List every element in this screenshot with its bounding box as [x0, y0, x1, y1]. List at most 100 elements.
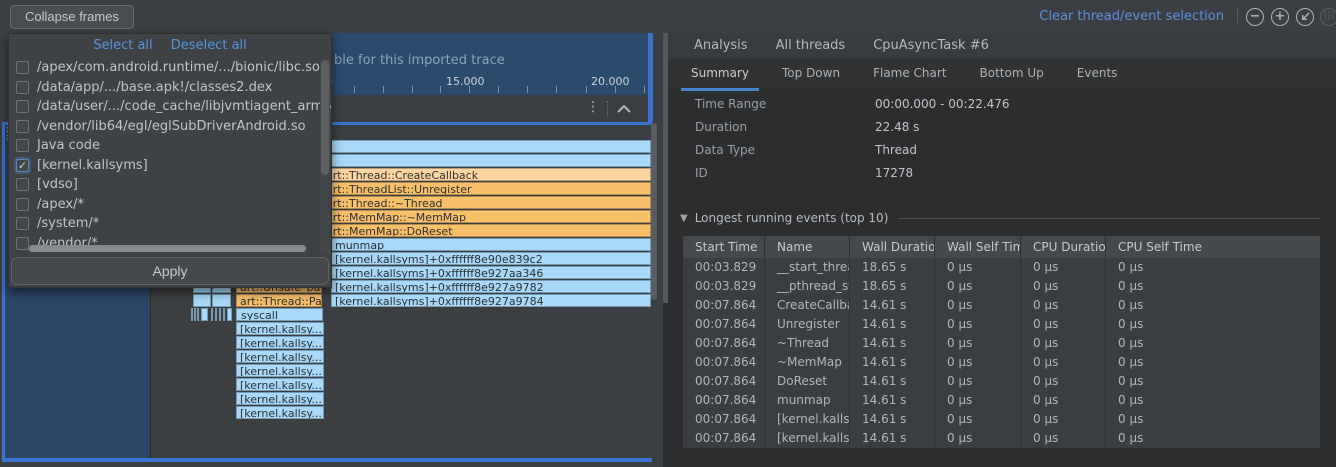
flame-chart-scrollbar[interactable]: [651, 123, 657, 300]
frame-filter-item[interactable]: ✓[kernel.kallsyms]: [9, 156, 331, 176]
frame-filter-item[interactable]: /vendor/lib64/egl/eglSubDriverAndroid.so: [9, 117, 331, 137]
collapse-track-icon[interactable]: [616, 103, 632, 118]
frame-filter-label: /data/app/.../base.apk!/classes2.dex: [37, 78, 272, 98]
frame-filter-item[interactable]: /system/*: [9, 214, 331, 234]
call-chart-bar[interactable]: [kernel.kallsyms]+0xffffff8e90e839c2: [331, 252, 651, 265]
table-cell: 14.61 s: [850, 391, 935, 410]
collapse-triangle-icon[interactable]: ▼: [680, 213, 688, 224]
table-row[interactable]: 00:07.864munmap14.61 s0 µs0 µs0 µs: [683, 391, 1320, 410]
table-row[interactable]: 00:07.864CreateCallback14.61 s0 µs0 µs0 …: [683, 296, 1320, 315]
dropdown-vertical-scrollbar[interactable]: [320, 59, 330, 254]
table-row[interactable]: 00:07.864~MemMap14.61 s0 µs0 µs0 µs: [683, 353, 1320, 372]
call-chart-bar[interactable]: [kernel.kallsy...: [236, 364, 324, 377]
table-cell: 0 µs: [935, 410, 1021, 429]
clear-selection-link[interactable]: Clear thread/event selection: [1039, 9, 1224, 24]
table-row[interactable]: 00:03.829__start_thread18.65 s0 µs0 µs0 …: [683, 258, 1320, 277]
tab-all-threads[interactable]: All threads: [774, 38, 848, 62]
call-chart-bar[interactable]: [kernel.kallsy...: [236, 406, 324, 419]
zoom-out-icon[interactable]: −: [1246, 8, 1264, 26]
subtab-flame-chart[interactable]: Flame Chart: [863, 60, 956, 91]
apply-button[interactable]: Apply: [11, 257, 329, 285]
frame-filter-label: /data/user/.../code_cache/libjvmtiagent_…: [37, 97, 331, 117]
table-cell: ~MemMap: [765, 353, 850, 372]
frame-filter-item[interactable]: /data/app/.../base.apk!/classes2.dex: [9, 78, 331, 98]
call-chart-segment[interactable]: [191, 308, 193, 321]
call-chart-segment[interactable]: [193, 294, 211, 307]
checkbox[interactable]: [16, 81, 29, 94]
call-chart-segment[interactable]: [212, 294, 231, 307]
call-chart-bar[interactable]: art::Thread::Park: [236, 294, 322, 307]
table-cell: 00:07.864: [683, 315, 765, 334]
summary-label: ID: [695, 166, 875, 189]
zoom-in-icon[interactable]: +: [1271, 8, 1289, 26]
subtab-summary[interactable]: Summary: [681, 60, 759, 91]
checkbox[interactable]: [16, 217, 29, 230]
select-all-link[interactable]: Select all: [93, 38, 152, 53]
call-chart-bar[interactable]: syscall: [236, 308, 323, 321]
call-chart-segment[interactable]: [219, 308, 221, 321]
ruler-tick: [527, 86, 528, 93]
checkbox[interactable]: [16, 61, 29, 74]
reset-zoom-icon[interactable]: [1296, 8, 1314, 26]
table-row[interactable]: 00:07.864DoReset14.61 s0 µs0 µs0 µs: [683, 372, 1320, 391]
column-header[interactable]: Start Time: [683, 236, 765, 258]
bar-label: art::MemMap::~MemMap: [326, 211, 466, 223]
tab-analysis[interactable]: Analysis: [692, 38, 750, 62]
longest-events-section-header[interactable]: ▼ Longest running events (top 10): [680, 211, 1320, 225]
table-cell: DoReset: [765, 372, 850, 391]
dropdown-horizontal-scrollbar[interactable]: [29, 245, 306, 252]
ruler-tick: [440, 86, 441, 93]
frame-filter-item[interactable]: /data/user/.../code_cache/libjvmtiagent_…: [9, 97, 331, 117]
call-chart-segment[interactable]: [197, 308, 199, 321]
checkbox[interactable]: [16, 198, 29, 211]
subtab-bottom-up[interactable]: Bottom Up: [970, 60, 1054, 91]
tab-cpuasynctask-6[interactable]: CpuAsyncTask #6: [871, 38, 991, 62]
frame-filter-item[interactable]: /apex/*: [9, 195, 331, 215]
collapse-frames-button[interactable]: Collapse frames: [10, 5, 134, 29]
bar-label: [kernel.kallsy...: [240, 351, 322, 363]
table-row[interactable]: 00:03.829__pthread_st...18.65 s0 µs0 µs0…: [683, 277, 1320, 296]
table-cell: 0 µs: [1106, 258, 1320, 277]
track-options-icon[interactable]: ⋮: [586, 99, 600, 115]
frame-filter-item[interactable]: [vdso]: [9, 175, 331, 195]
subtab-top-down[interactable]: Top Down: [772, 60, 850, 91]
column-header[interactable]: Wall Duration: [850, 236, 935, 258]
call-chart-bar[interactable]: [kernel.kallsy...: [236, 378, 324, 391]
call-chart-bar[interactable]: [kernel.kallsy...: [236, 392, 324, 405]
table-cell: 18.65 s: [850, 258, 935, 277]
table-cell: 0 µs: [935, 353, 1021, 372]
subtab-events[interactable]: Events: [1067, 60, 1128, 91]
checkbox[interactable]: [16, 237, 29, 250]
table-row[interactable]: 00:07.864~Thread14.61 s0 µs0 µs0 µs: [683, 334, 1320, 353]
checkbox[interactable]: [16, 139, 29, 152]
call-chart-segment[interactable]: [194, 308, 196, 321]
call-chart-segment[interactable]: [201, 308, 208, 321]
call-chart-segment[interactable]: [227, 308, 232, 321]
call-chart-segment[interactable]: [211, 308, 213, 321]
call-chart-bar[interactable]: [kernel.kallsy...: [236, 350, 324, 363]
deselect-all-link[interactable]: Deselect all: [171, 38, 247, 53]
call-chart-bar[interactable]: [kernel.kallsyms]+0xffffff8e927a9782: [331, 280, 651, 293]
table-cell: 18.65 s: [850, 277, 935, 296]
table-row[interactable]: 00:07.864[kernel.kalls...14.61 s0 µs0 µs…: [683, 410, 1320, 429]
table-cell: 14.61 s: [850, 372, 935, 391]
longest-events-table: Start TimeNameWall DurationWall Self Tim…: [683, 236, 1320, 448]
call-chart-bar[interactable]: [kernel.kallsy...: [236, 336, 324, 349]
column-header[interactable]: Name: [765, 236, 850, 258]
column-header[interactable]: CPU Self Time: [1106, 236, 1320, 258]
column-header[interactable]: CPU Duration: [1021, 236, 1106, 258]
checkbox[interactable]: ✓: [16, 159, 29, 172]
checkbox[interactable]: [16, 178, 29, 191]
call-chart-bar[interactable]: [kernel.kallsyms]+0xffffff8e927a9784: [331, 294, 651, 307]
call-chart-segment[interactable]: [215, 308, 217, 321]
frame-filter-item[interactable]: /apex/com.android.runtime/.../bionic/lib…: [9, 58, 331, 78]
frame-filter-item[interactable]: Java code: [9, 136, 331, 156]
call-chart-bar[interactable]: [kernel.kallsy...: [236, 322, 324, 335]
call-chart-segment[interactable]: [223, 308, 225, 321]
column-header[interactable]: Wall Self Time: [935, 236, 1021, 258]
call-chart-bar[interactable]: [kernel.kallsyms]+0xffffff8e927aa346: [331, 266, 651, 279]
checkbox[interactable]: [16, 120, 29, 133]
table-row[interactable]: 00:07.864[kernel.kalls...14.61 s0 µs0 µs…: [683, 429, 1320, 448]
table-row[interactable]: 00:07.864Unregister14.61 s0 µs0 µs0 µs: [683, 315, 1320, 334]
checkbox[interactable]: [16, 100, 29, 113]
